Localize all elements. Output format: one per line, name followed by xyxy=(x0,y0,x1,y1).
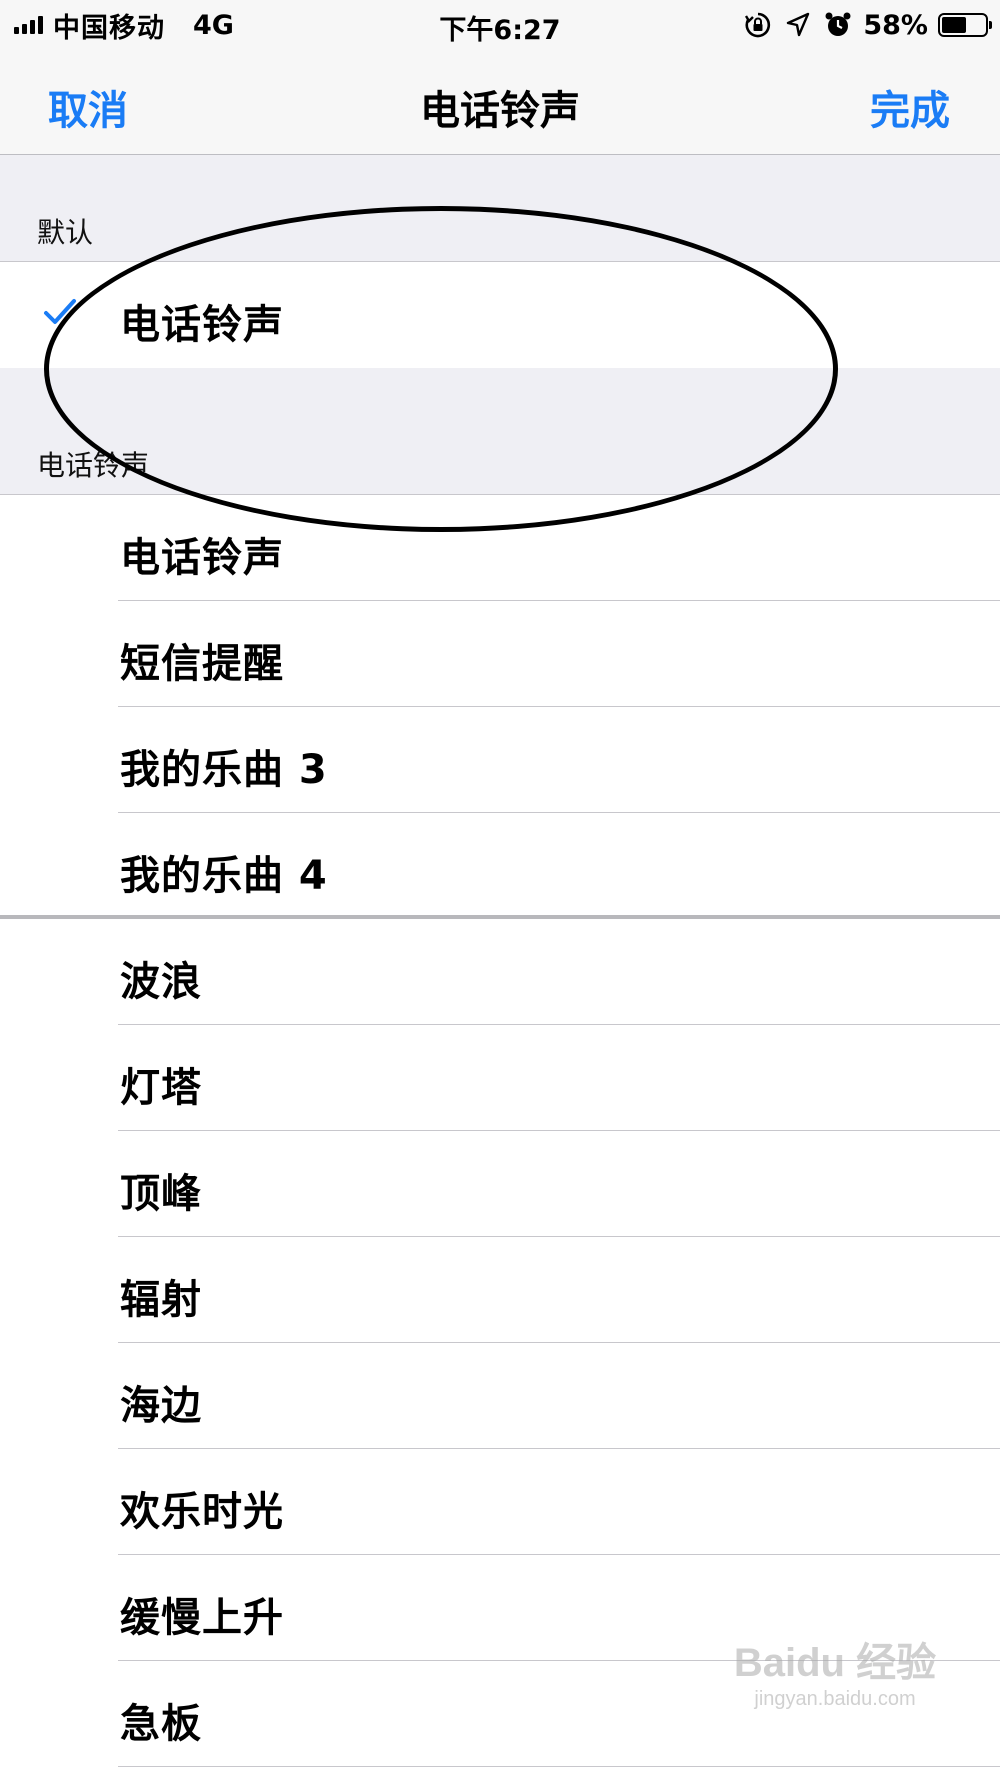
battery-percent: 58% xyxy=(863,9,928,41)
ringtone-row[interactable]: 急板 xyxy=(0,1661,1000,1767)
page-title: 电话铃声 xyxy=(420,88,580,134)
ringtone-label: 急板 xyxy=(120,1701,202,1747)
ringtone-row[interactable]: 顶峰 xyxy=(0,1131,1000,1237)
ringtone-label: 我的乐曲 3 xyxy=(120,747,328,793)
ringtone-row[interactable]: 短信提醒 xyxy=(0,601,1000,707)
status-right: 58% xyxy=(743,8,992,42)
ringtone-label: 辐射 xyxy=(120,1277,202,1323)
location-icon xyxy=(787,12,810,37)
alarm-icon xyxy=(825,12,851,36)
ringtone-label: 顶峰 xyxy=(120,1171,202,1217)
navigation-bar: 取消 电话铃声 完成 xyxy=(0,50,1000,155)
ringtone-picker-screen: 中国移动 4G 下午6:27 58% 取消 电话铃声 完成 默认 电话铃声 电话… xyxy=(0,0,1000,1778)
done-button[interactable]: 完成 xyxy=(870,78,950,136)
checkmark-icon xyxy=(44,299,76,324)
ringtone-row[interactable]: 辐射 xyxy=(0,1237,1000,1343)
ringtone-row[interactable]: 电话铃声 xyxy=(0,495,1000,601)
ringtone-list: 电话铃声 短信提醒 我的乐曲 3 我的乐曲 4 波浪 灯塔 顶峰 辐射 海边 欢… xyxy=(0,494,1000,1767)
section-header-ringtones: 电话铃声 xyxy=(0,368,1000,494)
battery-icon xyxy=(938,13,992,37)
default-ringtone-row[interactable]: 电话铃声 xyxy=(0,262,1000,368)
ringtone-row[interactable]: 波浪 xyxy=(0,919,1000,1025)
ringtone-label: 灯塔 xyxy=(120,1065,202,1111)
ringtone-row[interactable]: 我的乐曲 4 xyxy=(0,813,1000,919)
ringtone-label: 海边 xyxy=(120,1383,202,1429)
ringtone-label: 我的乐曲 4 xyxy=(120,853,328,899)
default-group: 电话铃声 xyxy=(0,261,1000,369)
ringtone-label: 波浪 xyxy=(120,959,202,1005)
ringtone-row[interactable]: 缓慢上升 xyxy=(0,1555,1000,1661)
status-bar: 中国移动 4G 下午6:27 58% xyxy=(0,0,1000,50)
ringtone-label: 缓慢上升 xyxy=(120,1595,284,1641)
ringtone-row[interactable]: 欢乐时光 xyxy=(0,1449,1000,1555)
section-header-default: 默认 xyxy=(0,155,1000,261)
ringtone-row[interactable]: 我的乐曲 3 xyxy=(0,707,1000,813)
ringtone-label: 电话铃声 xyxy=(120,535,284,581)
ringtone-label: 欢乐时光 xyxy=(120,1489,284,1535)
battery-fill xyxy=(942,17,966,33)
ringtone-row[interactable]: 灯塔 xyxy=(0,1025,1000,1131)
ringtone-row[interactable]: 海边 xyxy=(0,1343,1000,1449)
battery-nub xyxy=(989,21,992,29)
rotation-lock-icon xyxy=(745,12,771,38)
default-ringtone-label: 电话铃声 xyxy=(120,302,284,348)
ringtone-label: 短信提醒 xyxy=(120,641,284,687)
